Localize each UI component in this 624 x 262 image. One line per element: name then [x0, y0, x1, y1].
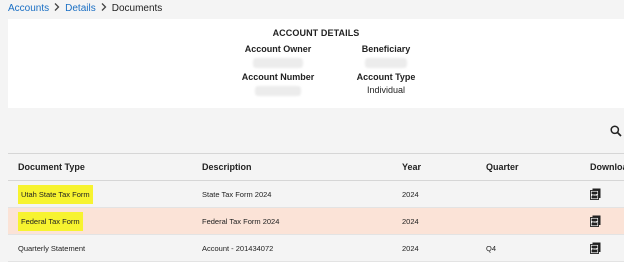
chevron-right-icon [101, 3, 107, 14]
pdf-download-icon[interactable]: PDF [590, 242, 601, 254]
chevron-right-icon [54, 3, 60, 14]
quarter-cell: Q4 [486, 243, 497, 253]
account-owner-label: Account Owner [244, 44, 312, 54]
header-document-type[interactable]: Document Type [18, 154, 85, 180]
svg-text:PDF: PDF [591, 220, 598, 224]
year-cell: 2024 [402, 216, 419, 226]
table-row: Quarterly Statement Account - 201434072 … [8, 235, 624, 262]
table-row: Utah State Tax Form State Tax Form 2024 … [8, 181, 624, 208]
description-cell: Account - 201434072 [202, 243, 274, 253]
header-quarter[interactable]: Quarter [486, 154, 519, 180]
account-type-field: Account Type Individual [353, 72, 419, 95]
document-type-cell: Utah State Tax Form [18, 184, 93, 204]
search-icon[interactable] [610, 124, 622, 137]
account-number-redacted [255, 86, 301, 96]
account-details-title: ACCOUNT DETAILS [272, 28, 360, 38]
header-description[interactable]: Description [202, 154, 252, 180]
pdf-download-icon[interactable]: PDF [590, 215, 601, 227]
breadcrumb-details[interactable]: Details [65, 3, 96, 14]
year-cell: 2024 [402, 243, 419, 253]
year-cell: 2024 [402, 189, 419, 199]
account-details-card: ACCOUNT DETAILS Account Owner Beneficiar… [8, 19, 624, 108]
svg-text:PDF: PDF [591, 193, 598, 197]
svg-text:PDF: PDF [591, 247, 598, 251]
beneficiary-label: Beneficiary [361, 44, 411, 54]
pdf-download-icon[interactable]: PDF [590, 188, 601, 200]
document-type-cell: Federal Tax Form [18, 211, 83, 231]
description-cell: State Tax Form 2024 [202, 189, 272, 199]
table-header-row: Document Type Description Year Quarter D… [8, 153, 624, 181]
breadcrumb-accounts[interactable]: Accounts [8, 3, 49, 14]
document-type-cell: Quarterly Statement [18, 243, 86, 253]
table-row: Federal Tax Form Federal Tax Form 2024 2… [8, 208, 624, 235]
header-download[interactable]: Download [590, 154, 624, 180]
description-cell: Federal Tax Form 2024 [202, 216, 280, 226]
account-number-field: Account Number [238, 72, 318, 96]
account-number-label: Account Number [241, 72, 315, 82]
header-year[interactable]: Year [402, 154, 421, 180]
account-owner-field: Account Owner [241, 44, 315, 68]
documents-table: Document Type Description Year Quarter D… [8, 153, 624, 262]
beneficiary-redacted [365, 58, 407, 68]
account-type-value: Individual [366, 85, 406, 95]
breadcrumb: Accounts Details Documents [8, 3, 162, 14]
breadcrumb-current: Documents [111, 3, 163, 14]
beneficiary-field: Beneficiary [353, 44, 419, 68]
account-owner-redacted [253, 58, 303, 68]
account-type-label: Account Type [356, 72, 416, 82]
